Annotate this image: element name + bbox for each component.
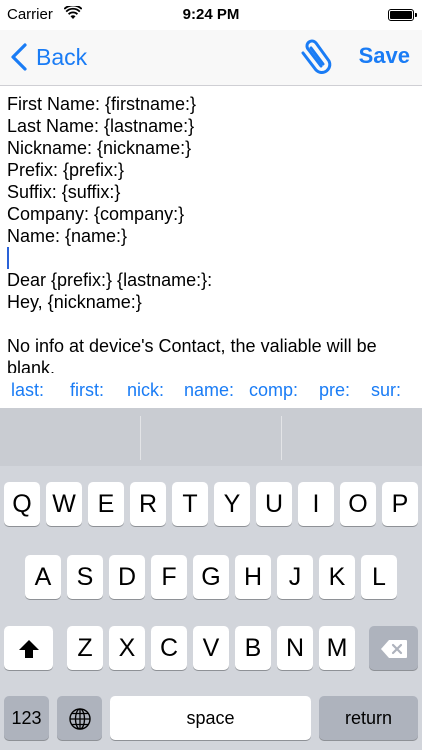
editor-line: No info at device's Contact, the valiabl… [7, 336, 377, 356]
key-g[interactable]: G [193, 555, 229, 599]
key-v[interactable]: V [193, 626, 229, 670]
key-m[interactable]: M [319, 626, 355, 670]
chevron-left-icon [11, 43, 27, 71]
globe-key[interactable] [57, 696, 102, 740]
key-x[interactable]: X [109, 626, 145, 670]
shift-key[interactable] [4, 626, 53, 670]
status-bar: Carrier 9:24 PM [0, 0, 422, 30]
insert-pre-button[interactable]: pre: [319, 380, 350, 401]
key-d[interactable]: D [109, 555, 145, 599]
key-w[interactable]: W [46, 482, 82, 526]
text-caret [7, 247, 9, 269]
suggestion-divider [140, 416, 141, 460]
battery-icon [388, 9, 417, 21]
editor-line: Nickname: {nickname:} [7, 138, 192, 158]
predictive-suggestion-bar [0, 408, 422, 466]
key-l[interactable]: L [361, 555, 397, 599]
navigation-bar: Back Save [0, 30, 422, 86]
key-h[interactable]: H [235, 555, 271, 599]
suggestion-divider [281, 416, 282, 460]
numbers-key[interactable]: 123 [4, 696, 49, 740]
key-i[interactable]: I [298, 482, 334, 526]
insert-nick-button[interactable]: nick: [127, 380, 164, 401]
backspace-icon [380, 640, 407, 659]
space-key[interactable]: space [110, 696, 311, 740]
editor-line: Company: {company:} [7, 204, 185, 224]
key-u[interactable]: U [256, 482, 292, 526]
editor-line: Prefix: {prefix:} [7, 160, 125, 180]
insert-name-button[interactable]: name: [184, 380, 234, 401]
return-key[interactable]: return [319, 696, 418, 740]
key-p[interactable]: P [382, 482, 418, 526]
key-k[interactable]: K [319, 555, 355, 599]
back-button[interactable]: Back [8, 38, 87, 76]
shift-arrow-icon [18, 640, 39, 659]
globe-icon [68, 708, 91, 731]
key-f[interactable]: F [151, 555, 187, 599]
paperclip-icon[interactable] [296, 36, 334, 80]
key-a[interactable]: A [25, 555, 61, 599]
variable-insert-bar: last: first: nick: name: comp: pre: sur: [0, 376, 422, 408]
editor-line: Last Name: {lastname:} [7, 116, 195, 136]
editor-line: Name: {name:} [7, 226, 128, 246]
key-c[interactable]: C [151, 626, 187, 670]
template-text-editor[interactable]: First Name: {firstname:} Last Name: {las… [7, 93, 415, 373]
editor-line: Suffix: {suffix:} [7, 182, 121, 202]
back-label: Back [36, 43, 88, 70]
key-q[interactable]: Q [4, 482, 40, 526]
key-y[interactable]: Y [214, 482, 250, 526]
keyboard: Q W E R T Y U I O P A S D F G H J K L Z … [0, 408, 422, 750]
key-s[interactable]: S [67, 555, 103, 599]
editor-line: blank. [7, 358, 56, 373]
key-t[interactable]: T [172, 482, 208, 526]
key-o[interactable]: O [340, 482, 376, 526]
insert-first-button[interactable]: first: [70, 380, 104, 401]
editor-line: Hey, {nickname:} [7, 292, 142, 312]
save-button[interactable]: Save [359, 43, 410, 69]
delete-key[interactable] [369, 626, 418, 670]
key-j[interactable]: J [277, 555, 313, 599]
insert-last-button[interactable]: last: [11, 380, 44, 401]
insert-comp-button[interactable]: comp: [249, 380, 298, 401]
editor-line: Dear {prefix:} {lastname:}: [7, 270, 213, 290]
editor-line: First Name: {firstname:} [7, 94, 197, 114]
editor-caret-line [7, 247, 415, 269]
key-z[interactable]: Z [67, 626, 103, 670]
key-e[interactable]: E [88, 482, 124, 526]
key-n[interactable]: N [277, 626, 313, 670]
clock-label: 9:24 PM [182, 6, 240, 23]
key-b[interactable]: B [235, 626, 271, 670]
insert-sur-button[interactable]: sur: [371, 380, 401, 401]
key-r[interactable]: R [130, 482, 166, 526]
